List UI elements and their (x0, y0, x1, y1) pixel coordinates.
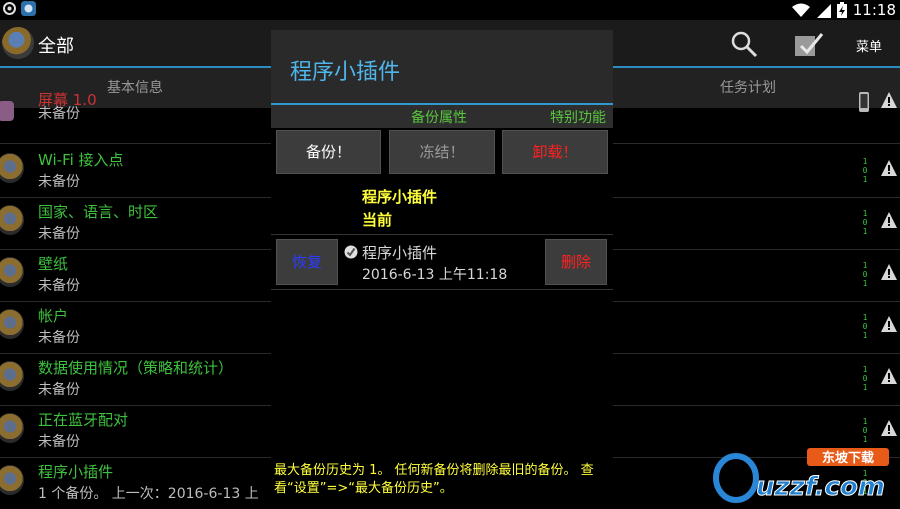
dialog-header: 程序小插件 (271, 30, 613, 103)
warning-icon (881, 212, 897, 228)
dialog-tab-bar: 备份属性 特别功能 (271, 105, 613, 128)
search-icon[interactable] (730, 30, 758, 58)
clock: 11:18 (852, 1, 896, 19)
item-status: 未备份 (38, 174, 80, 190)
watermark-logo-icon (713, 453, 759, 503)
system-app-badge: 101 (862, 209, 868, 236)
app-icon (0, 101, 14, 121)
status-bar: 11:18 (0, 0, 900, 20)
watermark-text: uzzf.com (756, 472, 885, 502)
backup-entry-name: 程序小插件 (362, 244, 438, 262)
app-notification-icon (21, 1, 36, 16)
warning-icon (881, 420, 897, 436)
app-icon (0, 309, 24, 339)
backup-history-note: 最大备份历史为 1。 任何新备份将删除最旧的备份。 查看“设置”=>“最大备份历… (274, 463, 594, 496)
site-watermark: 东坡下载 uzzf.com (713, 448, 889, 503)
battery-charging-icon (836, 2, 847, 18)
restore-button[interactable]: 恢复 (276, 239, 338, 285)
app-icon (0, 205, 24, 235)
item-title: 国家、语言、时区 (38, 203, 159, 221)
item-title: 程序小插件 (38, 463, 114, 481)
item-status: 1 个备份。 上一次：2016-6-13 上 (38, 486, 259, 502)
phone-icon (859, 92, 869, 112)
backup-check-icon (344, 245, 358, 259)
app-state-label: 当前 (362, 211, 393, 229)
warning-icon (881, 316, 897, 332)
tab-backup-properties[interactable]: 备份属性 (411, 107, 467, 127)
backup-button[interactable]: 备份！ (276, 130, 381, 174)
item-status: 未备份 (38, 226, 80, 242)
tab-special-features[interactable]: 特别功能 (550, 107, 606, 127)
item-status: 未备份 (38, 382, 80, 398)
app-name-label: 程序小插件 (362, 188, 438, 206)
app-detail-dialog: 程序小插件 备份属性 特别功能 备份！ 冻结！ 卸载！ 程序小插件 当前 恢复 … (271, 30, 613, 506)
status-indicators: 11:18 (791, 0, 896, 20)
dialog-title: 程序小插件 (290, 60, 401, 85)
menu-button[interactable]: 菜单 (856, 36, 882, 55)
warning-icon (881, 160, 897, 176)
notification-icons (2, 1, 36, 16)
system-app-badge: 101 (862, 157, 868, 184)
app-logo-icon[interactable] (2, 27, 34, 59)
settings-notification-icon (3, 2, 16, 15)
item-title: 壁纸 (38, 255, 69, 273)
item-status: 未备份 (38, 434, 80, 450)
item-status: 未备份 (38, 106, 80, 122)
system-app-badge: 101 (862, 261, 868, 288)
signal-icon (816, 3, 831, 18)
item-title: Wi-Fi 接入点 (38, 151, 124, 169)
watermark-tagline: 东坡下载 (822, 450, 874, 466)
item-title: 帐户 (38, 307, 69, 325)
uninstall-button[interactable]: 卸载！ (502, 130, 608, 174)
warning-icon (881, 368, 897, 384)
divider (271, 289, 613, 290)
system-app-badge: 101 (862, 313, 868, 340)
app-icon (0, 257, 24, 287)
backup-entry-date: 2016-6-13 上午11:18 (362, 267, 508, 283)
app-icon (0, 153, 24, 183)
item-status: 未备份 (38, 330, 80, 346)
item-title: 正在蓝牙配对 (38, 411, 129, 429)
item-status: 未备份 (38, 278, 80, 294)
delete-backup-button[interactable]: 删除 (545, 239, 607, 285)
warning-icon (881, 92, 897, 108)
divider (271, 234, 613, 235)
system-app-badge: 101 (862, 365, 868, 392)
item-title: 数据使用情况（策略和统计） (38, 359, 234, 377)
wifi-icon (791, 3, 810, 17)
app-icon (0, 413, 24, 443)
batch-select-icon[interactable] (794, 30, 824, 60)
warning-icon (881, 264, 897, 280)
app-icon (0, 361, 24, 391)
freeze-button[interactable]: 冻结！ (389, 130, 495, 174)
filter-title[interactable]: 全部 (38, 32, 74, 58)
app-icon (0, 465, 24, 495)
